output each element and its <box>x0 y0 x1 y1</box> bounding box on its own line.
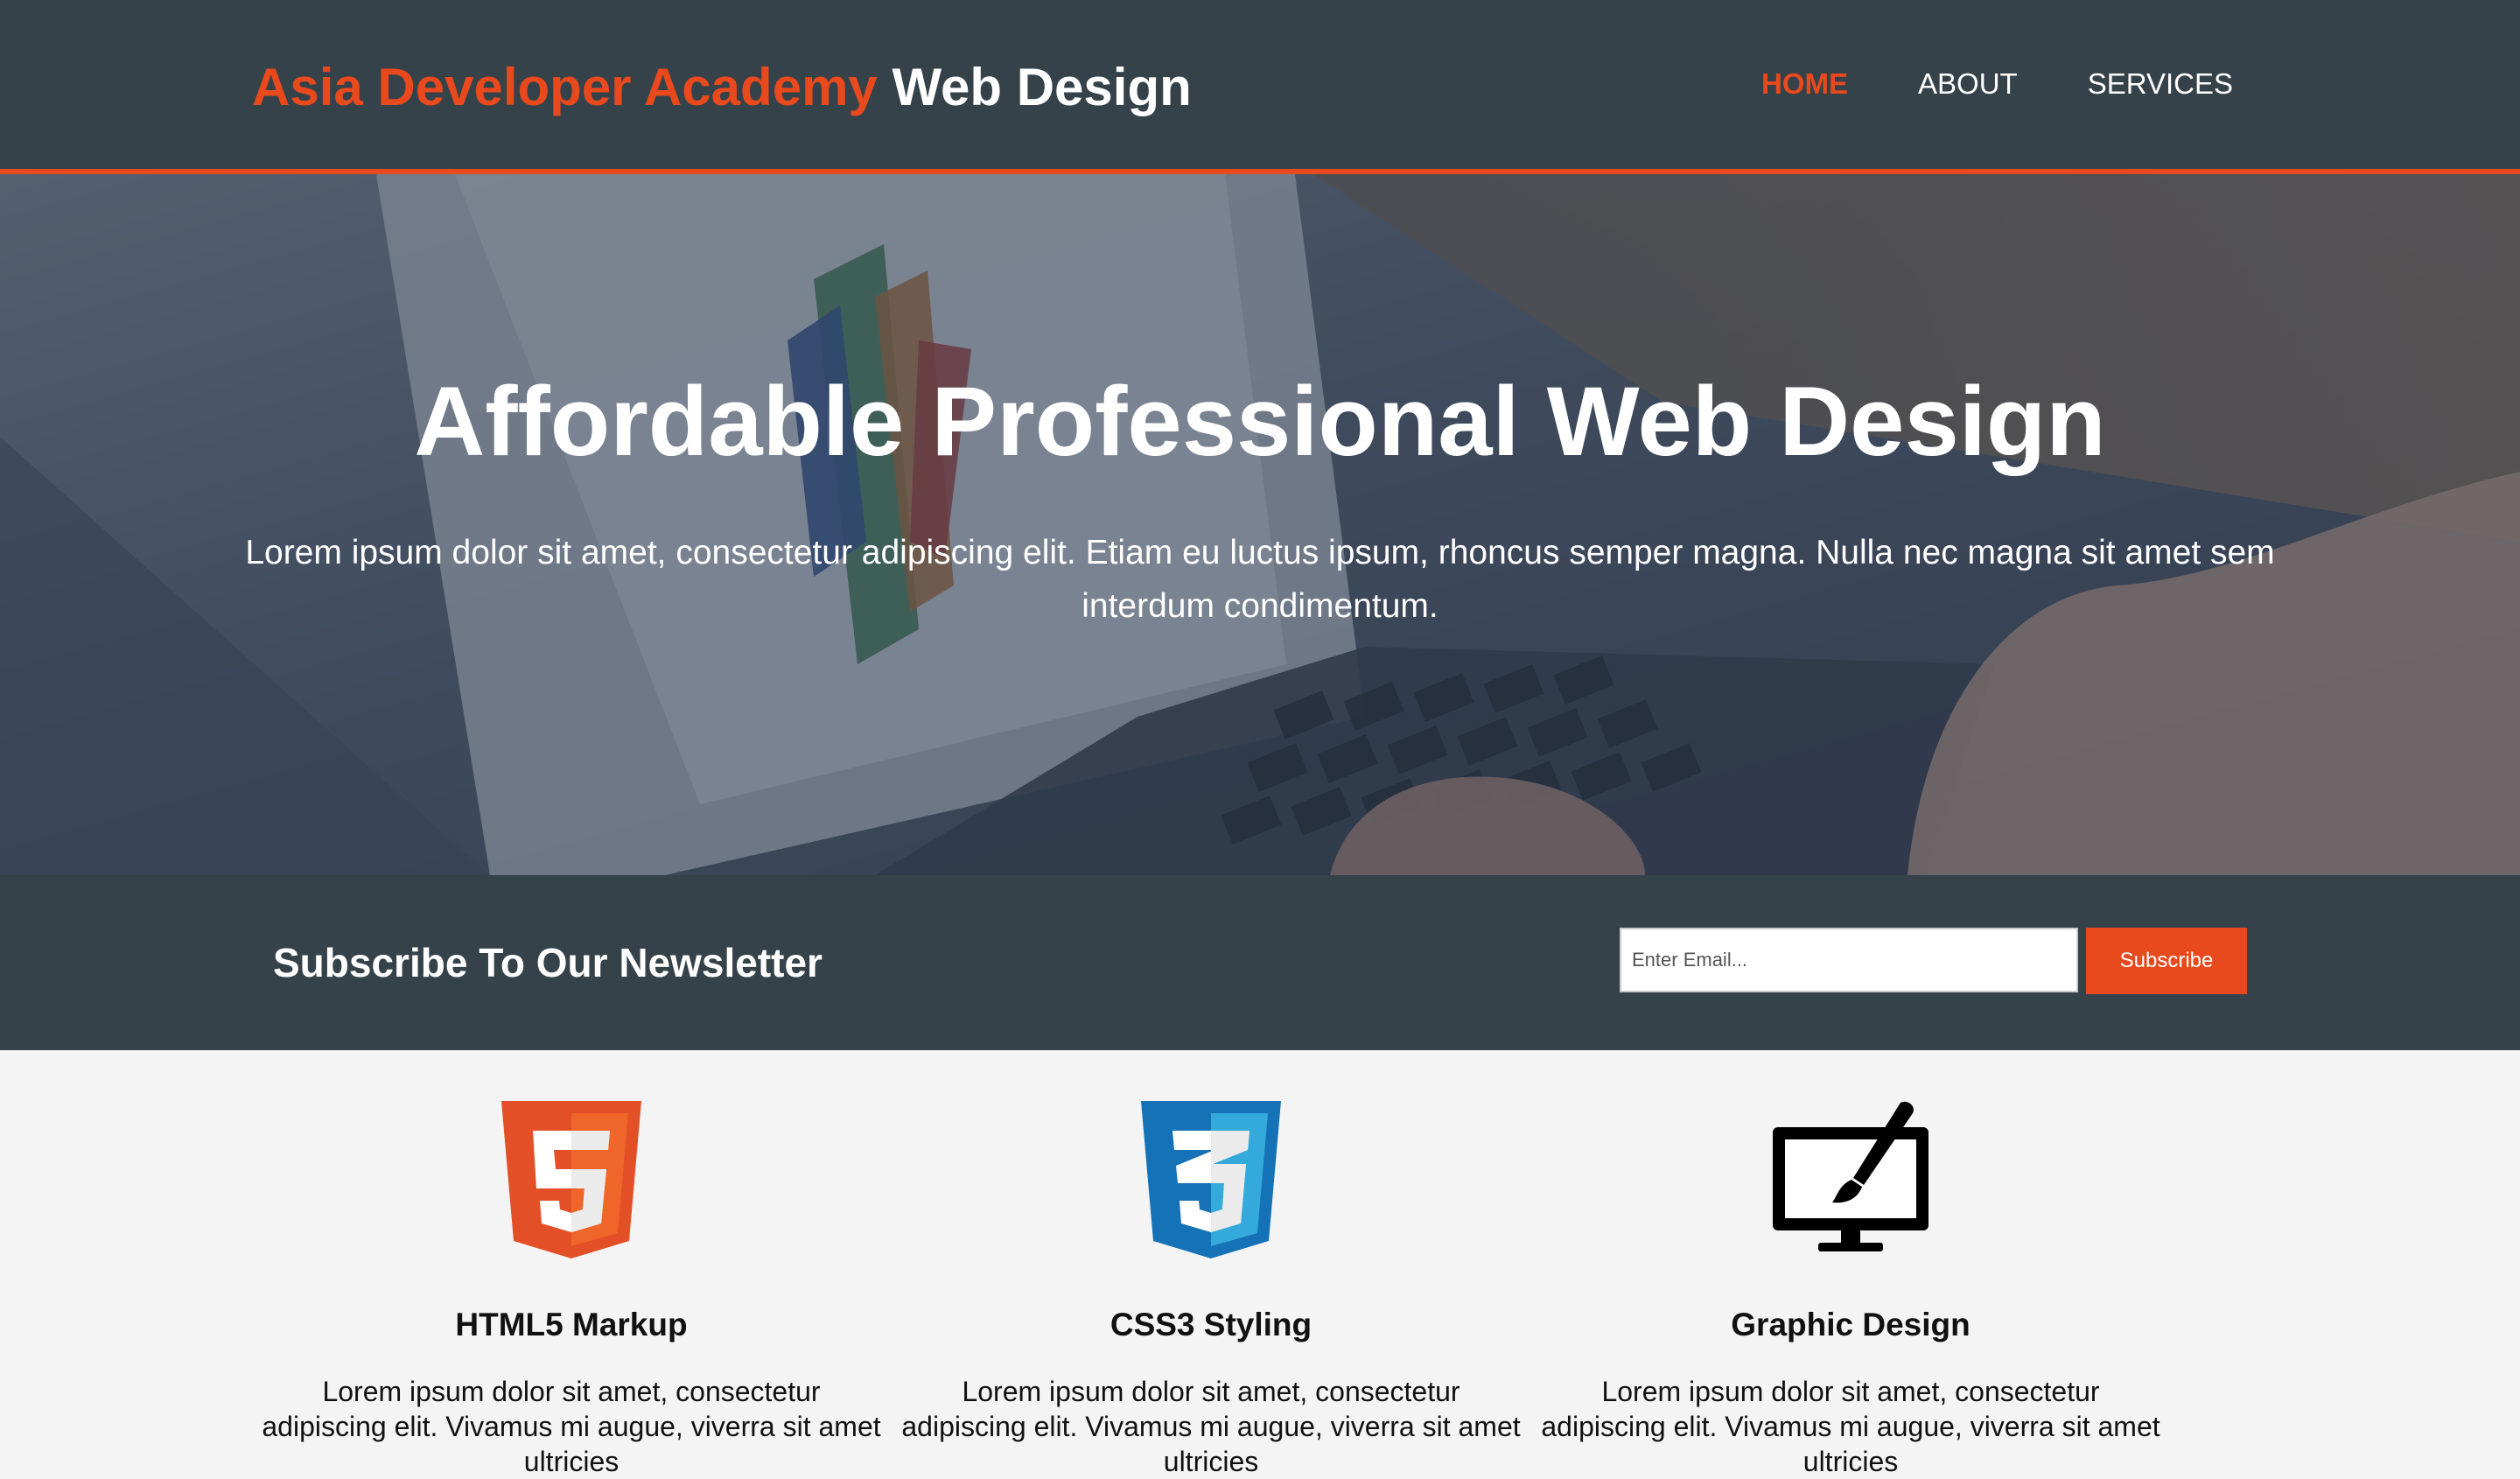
brand-highlight: Asia Developer Academy <box>252 58 878 116</box>
newsletter-title: Subscribe To Our Newsletter <box>273 940 822 985</box>
site-header: Asia Developer Academy Web Design HOME A… <box>0 0 2520 174</box>
box-text: Lorem ipsum dolor sit amet, consectetur … <box>901 1376 1521 1477</box>
site-branding[interactable]: Asia Developer Academy Web Design <box>252 53 1192 123</box>
email-input[interactable] <box>1620 928 2078 992</box>
hero-showcase: Affordable Professional Web Design Lorem… <box>0 174 2520 875</box>
services-boxes: HTML5 Markup Lorem ipsum dolor sit amet,… <box>0 1050 2520 1477</box>
nav-about-link[interactable]: ABOUT <box>1918 67 2018 100</box>
subscribe-button[interactable]: Subscribe <box>2086 928 2247 994</box>
hero-description: Lorem ipsum dolor sit amet, consectetur … <box>245 534 2275 625</box>
box-text: Lorem ipsum dolor sit amet, consectetur … <box>262 1376 881 1477</box>
css3-logo-icon <box>896 1101 1526 1264</box>
box-text: Lorem ipsum dolor sit amet, consectetur … <box>1541 1376 2160 1477</box>
box-title: Graphic Design <box>1731 1307 1970 1342</box>
hero-title: Affordable Professional Web Design <box>414 367 2106 476</box>
nav-home-link[interactable]: HOME <box>1761 67 1848 100</box>
monitor-brush-icon <box>1536 1101 2166 1264</box>
brand-rest: Web Design <box>877 58 1192 116</box>
newsletter-section: Subscribe To Our Newsletter Subscribe <box>0 875 2520 1050</box>
box-title: CSS3 Styling <box>1110 1307 1312 1342</box>
html5-logo-icon <box>256 1101 886 1264</box>
hero-overlay <box>0 174 2520 875</box>
box-title: HTML5 Markup <box>455 1307 688 1342</box>
nav-services-link[interactable]: SERVICES <box>2088 67 2233 100</box>
